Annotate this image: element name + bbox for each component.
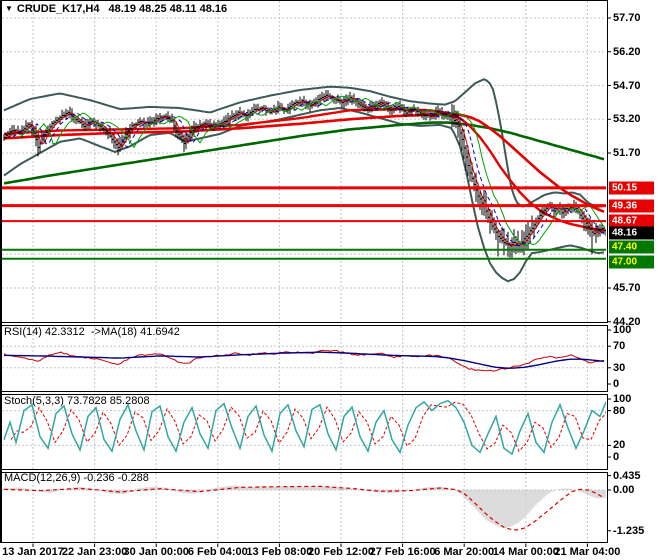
rsi-panel-label: RSI(14) 42.3312 ->MA(18) 41.6942 bbox=[4, 326, 180, 338]
panel-borders bbox=[0, 0, 608, 547]
time-tick-label: 27 Feb 16:00 bbox=[369, 546, 436, 558]
time-tick-label: 22 Jan 23:00 bbox=[61, 546, 128, 558]
grid-lines bbox=[2, 1, 606, 542]
time-tick-label: 6 Feb 04:00 bbox=[187, 546, 248, 558]
stoch-indicator-name: Stoch(5,3,3) bbox=[4, 395, 64, 407]
rsi-ma-value: 41.6942 bbox=[140, 326, 180, 338]
macd-tick-label: 0.435 bbox=[613, 469, 641, 482]
macd-panel-label: MACD(12,26,9) -0.236 -0.288 bbox=[4, 472, 149, 484]
time-tick-label: 13 Feb 08:00 bbox=[246, 546, 313, 558]
quote-ohlc-label: 48.19 48.25 48.11 48.16 bbox=[108, 3, 228, 15]
time-tick-label: 6 Mar 20:00 bbox=[434, 546, 495, 558]
macd-tick-label: -1.235 bbox=[613, 524, 645, 537]
symbol-period-label: CRUDE_K17,H4 bbox=[16, 3, 100, 15]
rsi-value: 42.3312 bbox=[44, 326, 85, 338]
stoch-tick-label: 20 bbox=[613, 439, 626, 452]
time-tick-label: 20 Feb 12:00 bbox=[307, 546, 375, 558]
macd-values: -0.236 -0.288 bbox=[83, 472, 149, 484]
chart-title: ▼ CRUDE_K17,H4 48.19 48.25 48.11 48.16 bbox=[5, 3, 227, 15]
price-level-badge[interactable]: 50.15 bbox=[609, 181, 654, 195]
price-tick-label: 45.70 bbox=[613, 282, 641, 294]
price-level-badge[interactable]: 49.36 bbox=[609, 199, 654, 213]
rsi-indicator-name: RSI(14) bbox=[4, 326, 42, 338]
stoch-panel-label: Stoch(5,3,3) 73.7828 85.2808 bbox=[4, 395, 150, 407]
time-tick-label: 21 Mar 04:00 bbox=[554, 546, 621, 558]
current-price-badge: 48.16 bbox=[609, 226, 654, 240]
stoch-tick-label: 100 bbox=[613, 393, 632, 405]
price-tick-label: 51.70 bbox=[613, 147, 641, 159]
rsi-ma-name: ->MA(18) bbox=[90, 326, 138, 338]
rsi-tick-label: 100 bbox=[613, 324, 632, 336]
macd-tick-label: 0.00 bbox=[613, 484, 635, 496]
price-tick-label: 54.70 bbox=[613, 79, 641, 92]
price-level-badge[interactable]: 47.00 bbox=[609, 255, 654, 269]
time-tick-label: 13 Jan 2017 bbox=[2, 546, 64, 558]
macd-layer bbox=[3, 485, 606, 531]
stoch-tick-label: 0 bbox=[613, 451, 620, 463]
price-level-badge[interactable]: 47.40 bbox=[609, 240, 654, 254]
price-tick-label: 57.70 bbox=[613, 12, 641, 24]
rsi-tick-label: 0 bbox=[613, 378, 620, 390]
price-tick-label: 56.20 bbox=[613, 45, 641, 58]
rsi-tick-label: 70 bbox=[613, 340, 626, 353]
stoch-tick-label: 80 bbox=[613, 404, 626, 417]
rsi-tick-label: 30 bbox=[613, 361, 626, 374]
chart-window: ▼ CRUDE_K17,H4 48.19 48.25 48.11 48.16 RSI… bbox=[0, 0, 660, 560]
symbol-dropdown-icon[interactable]: ▼ bbox=[5, 4, 13, 13]
macd-indicator-name: MACD(12,26,9) bbox=[4, 472, 81, 484]
price-tick-label: 53.20 bbox=[613, 113, 641, 126]
time-tick-label: 30 Jan 00:00 bbox=[123, 546, 189, 558]
stoch-values: 73.7828 85.2808 bbox=[66, 395, 150, 407]
time-tick-label: 14 Mar 00:00 bbox=[492, 546, 559, 558]
axis-ticks bbox=[608, 17, 611, 532]
